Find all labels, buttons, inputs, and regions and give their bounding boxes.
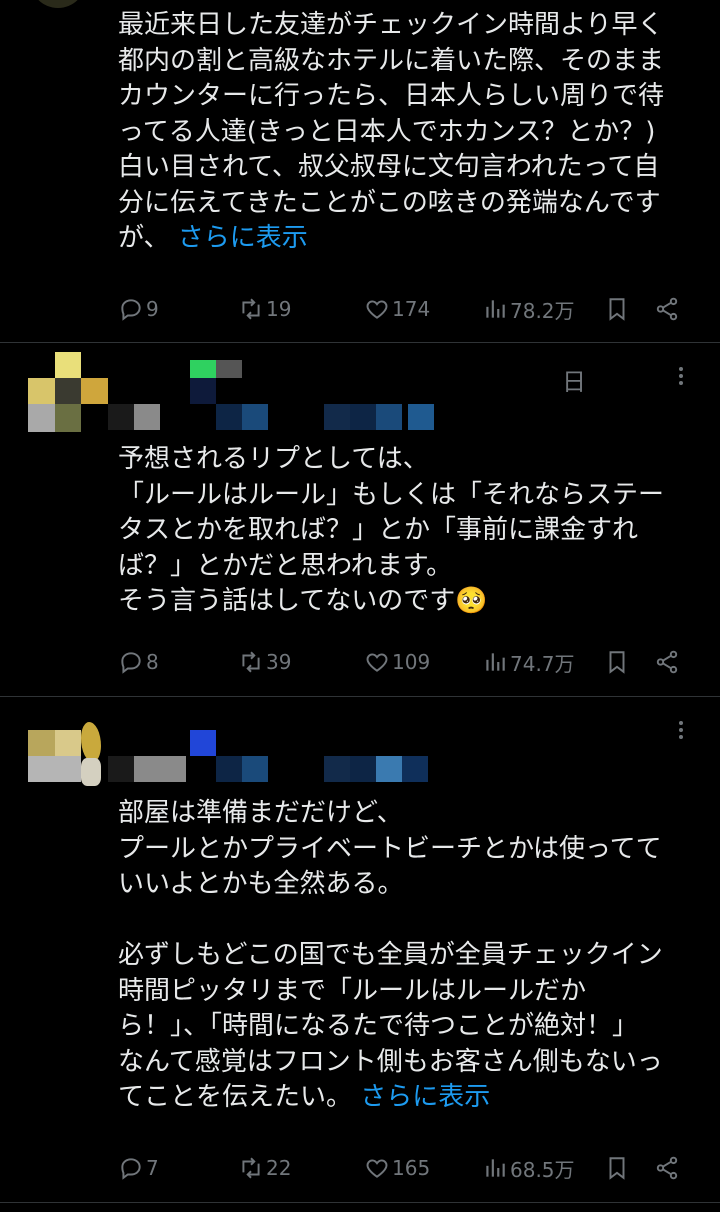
reply-button[interactable]: 8 bbox=[118, 645, 159, 679]
share-button[interactable] bbox=[654, 1151, 680, 1185]
show-more-link[interactable]: さらに表示 bbox=[178, 223, 308, 253]
tweet-text: 部屋は準備まだだけど、 プールとかプライベートビーチとかは使ってて いいよとかも… bbox=[118, 798, 663, 1112]
views-icon bbox=[486, 300, 505, 318]
user-name[interactable] bbox=[108, 360, 448, 432]
share-button[interactable] bbox=[654, 645, 680, 679]
bookmark-button[interactable] bbox=[604, 1151, 630, 1185]
retweet-button[interactable]: 22 bbox=[238, 1151, 291, 1185]
views-button[interactable]: 74.7万 bbox=[482, 645, 575, 679]
heart-icon bbox=[366, 300, 388, 319]
retweet-button[interactable]: 39 bbox=[238, 645, 291, 679]
bookmark-button[interactable] bbox=[604, 645, 630, 679]
share-icon bbox=[656, 650, 678, 674]
bookmark-icon bbox=[609, 651, 625, 674]
tweet-actions: 7 22 165 68.5万 bbox=[118, 1151, 688, 1185]
reply-icon bbox=[121, 299, 141, 321]
reply-count: 9 bbox=[146, 297, 159, 321]
views-icon bbox=[486, 653, 505, 671]
views-count: 74.7万 bbox=[510, 651, 575, 676]
retweet-count: 22 bbox=[266, 1156, 292, 1180]
views-icon bbox=[486, 1159, 505, 1177]
like-count: 109 bbox=[392, 650, 431, 674]
post-date: 日 bbox=[562, 368, 586, 396]
views-button[interactable]: 68.5万 bbox=[482, 1151, 575, 1185]
views-count: 78.2万 bbox=[510, 298, 575, 323]
show-more-link[interactable]: さらに表示 bbox=[360, 1082, 490, 1112]
share-button[interactable] bbox=[654, 292, 680, 326]
tweet-text: 最近来日した友達がチェックイン時間より早く 都内の割と高級なホテルに着いた際、そ… bbox=[118, 10, 665, 253]
reply-icon bbox=[121, 652, 141, 674]
heart-icon bbox=[366, 1159, 388, 1178]
tweet-divider bbox=[0, 342, 720, 343]
like-button[interactable]: 109 bbox=[364, 645, 430, 679]
avatar[interactable] bbox=[28, 352, 108, 432]
reply-icon bbox=[121, 1158, 141, 1180]
like-button[interactable]: 174 bbox=[364, 292, 430, 326]
bookmark-icon bbox=[609, 298, 625, 321]
retweet-button[interactable]: 19 bbox=[238, 292, 291, 326]
heart-icon bbox=[366, 653, 388, 672]
reply-count: 8 bbox=[146, 650, 159, 674]
tweet-actions: 8 39 109 74.7万 bbox=[118, 645, 688, 679]
bookmark-button[interactable] bbox=[604, 292, 630, 326]
reply-button[interactable]: 9 bbox=[118, 292, 159, 326]
avatar[interactable] bbox=[30, 0, 86, 8]
tweet-divider bbox=[0, 1202, 720, 1203]
retweet-icon bbox=[242, 298, 260, 320]
retweet-icon bbox=[242, 651, 260, 673]
share-icon bbox=[656, 1156, 678, 1180]
share-icon bbox=[656, 297, 678, 321]
avatar[interactable] bbox=[28, 718, 108, 786]
reply-button[interactable]: 7 bbox=[118, 1151, 159, 1185]
retweet-count: 19 bbox=[266, 297, 292, 321]
more-dots-icon[interactable] bbox=[676, 364, 686, 392]
more-dots-icon[interactable] bbox=[676, 718, 686, 746]
reply-count: 7 bbox=[146, 1156, 159, 1180]
like-button[interactable]: 165 bbox=[364, 1151, 430, 1185]
retweet-icon bbox=[242, 1157, 260, 1179]
tweet-actions: 9 19 174 78.2万 bbox=[118, 292, 688, 326]
views-button[interactable]: 78.2万 bbox=[482, 292, 575, 326]
like-count: 174 bbox=[392, 297, 431, 321]
retweet-count: 39 bbox=[266, 650, 292, 674]
tweet-divider bbox=[0, 696, 720, 697]
views-count: 68.5万 bbox=[510, 1157, 575, 1182]
tweet-text: 予想されるリプとしては、 「ルールはルール」もしくは「それならステー タスとかを… bbox=[118, 444, 665, 616]
like-count: 165 bbox=[392, 1156, 431, 1180]
user-name[interactable] bbox=[108, 730, 448, 786]
bookmark-icon bbox=[609, 1157, 625, 1180]
